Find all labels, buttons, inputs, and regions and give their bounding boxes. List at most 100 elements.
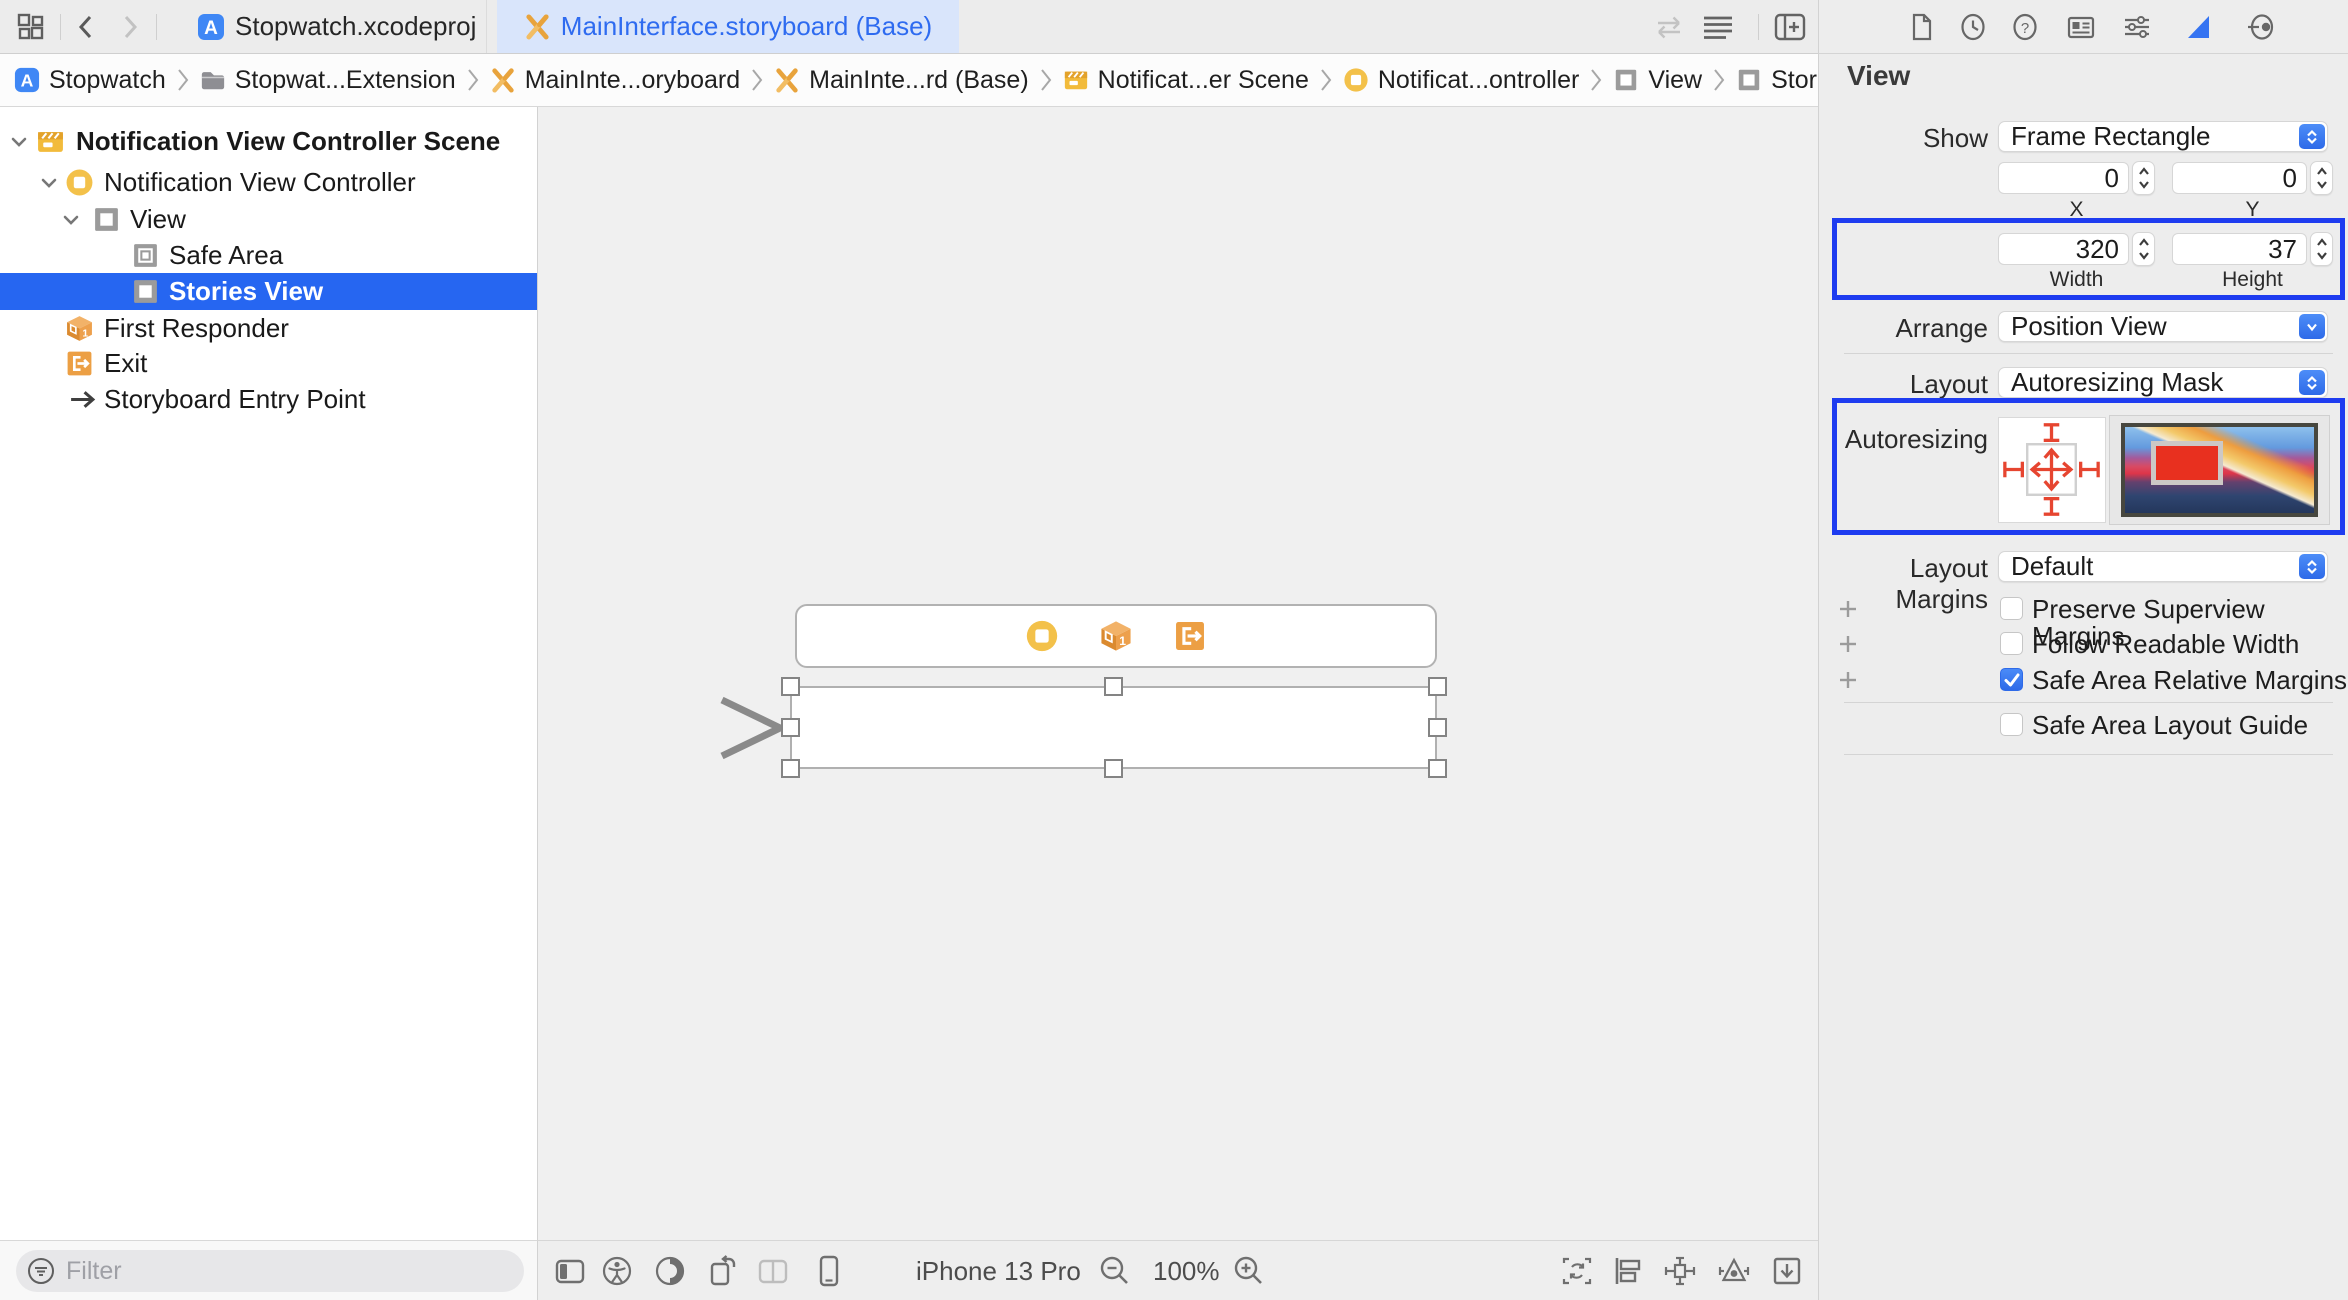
follow-readable-width-checkbox[interactable] bbox=[2000, 632, 2023, 655]
width-stepper[interactable] bbox=[2132, 232, 2155, 266]
height-field[interactable]: 37 bbox=[2172, 233, 2307, 265]
breadcrumb-scene[interactable]: Notificat...er Scene bbox=[1063, 66, 1309, 95]
orientation-icon[interactable] bbox=[705, 1254, 739, 1288]
device-label[interactable]: iPhone 13 Pro bbox=[916, 1241, 1081, 1300]
breadcrumb-storyboard-base[interactable]: MainInte...rd (Base) bbox=[774, 66, 1029, 95]
storyboard-entry-arrow[interactable] bbox=[584, 693, 796, 763]
breadcrumb-view-controller[interactable]: Notificat...ontroller bbox=[1343, 66, 1579, 95]
breadcrumb-view[interactable]: View bbox=[1613, 66, 1702, 95]
outline-row-view-controller[interactable]: Notification View Controller bbox=[0, 164, 537, 201]
exit-icon bbox=[65, 349, 94, 378]
popup-chevrons-icon bbox=[2299, 554, 2325, 579]
add-editor-icon[interactable] bbox=[1773, 11, 1807, 43]
inspector-title: View bbox=[1847, 60, 1910, 92]
back-icon[interactable] bbox=[74, 13, 98, 41]
outline-row-stories-view[interactable]: Stories View bbox=[0, 273, 537, 310]
disclosure-icon[interactable] bbox=[40, 174, 58, 192]
y-stepper[interactable] bbox=[2310, 161, 2333, 195]
add-constraints-icon[interactable] bbox=[1663, 1254, 1697, 1288]
jump-bar: Stopwatch Stopwat...Extension MainInte..… bbox=[0, 54, 1818, 107]
tab-overview-icon[interactable] bbox=[16, 12, 46, 42]
zoom-in-icon[interactable] bbox=[1232, 1254, 1266, 1288]
history-inspector-icon[interactable] bbox=[1958, 12, 1988, 42]
outline-label: Notification View Controller Scene bbox=[76, 123, 500, 160]
filter-input[interactable] bbox=[66, 1257, 466, 1286]
safe-area-layout-guide-checkbox[interactable] bbox=[2000, 713, 2023, 736]
resolve-layout-issues-icon[interactable] bbox=[1717, 1254, 1751, 1288]
add-margin-icon[interactable] bbox=[1838, 634, 1858, 654]
add-margin-icon[interactable] bbox=[1838, 670, 1858, 690]
disclosure-icon[interactable] bbox=[62, 211, 80, 229]
size-inspector-icon[interactable] bbox=[2184, 12, 2214, 42]
safe-area-relative-margins-checkbox[interactable] bbox=[2000, 668, 2023, 691]
resize-handle-n[interactable] bbox=[1104, 677, 1123, 696]
exit-icon[interactable] bbox=[1173, 619, 1207, 653]
breadcrumb-project[interactable]: Stopwatch bbox=[14, 66, 166, 95]
outline-row-first-responder[interactable]: First Responder bbox=[0, 310, 537, 347]
x-field[interactable]: 0 bbox=[1998, 162, 2129, 194]
outline-row-exit[interactable]: Exit bbox=[0, 345, 537, 382]
appearance-icon[interactable] bbox=[653, 1254, 687, 1288]
add-margin-icon[interactable] bbox=[1838, 599, 1858, 619]
layout-label: Layout bbox=[1819, 369, 1988, 400]
filter-field[interactable] bbox=[16, 1250, 524, 1292]
attributes-inspector-icon[interactable] bbox=[2122, 12, 2152, 42]
resize-handle-nw[interactable] bbox=[781, 677, 800, 696]
resize-handle-e[interactable] bbox=[1428, 718, 1447, 737]
quick-help-inspector-icon[interactable] bbox=[2010, 12, 2040, 42]
layout-margins-value: Default bbox=[2011, 552, 2093, 581]
autoresizing-preview-wallpaper bbox=[2121, 423, 2318, 517]
selected-stories-view[interactable] bbox=[790, 686, 1437, 769]
view-controller-icon[interactable] bbox=[1025, 619, 1059, 653]
split-editor-icon[interactable] bbox=[756, 1254, 790, 1288]
autoresizing-springs-struts-icon[interactable] bbox=[1999, 418, 2104, 521]
y-field[interactable]: 0 bbox=[2172, 162, 2307, 194]
tab-stopwatch-xcodeproj[interactable]: Stopwatch.xcodeproj bbox=[197, 0, 476, 53]
show-select[interactable]: Frame Rectangle bbox=[1998, 121, 2328, 152]
outline-label: Notification View Controller bbox=[104, 164, 416, 201]
autoresizing-control[interactable] bbox=[1998, 417, 2106, 523]
forward-icon[interactable] bbox=[118, 13, 142, 41]
resize-handle-s[interactable] bbox=[1104, 759, 1123, 778]
tab-maininterface-storyboard[interactable]: MainInterface.storyboard (Base) bbox=[497, 0, 959, 53]
update-frames-icon[interactable] bbox=[1560, 1254, 1594, 1288]
editor-options-icon[interactable] bbox=[1701, 11, 1735, 43]
outline-row-view[interactable]: View bbox=[0, 201, 537, 238]
align-icon[interactable] bbox=[1612, 1254, 1646, 1288]
preserve-superview-margins-checkbox[interactable] bbox=[2000, 597, 2023, 620]
resize-handle-se[interactable] bbox=[1428, 759, 1447, 778]
accessibility-icon[interactable] bbox=[600, 1254, 634, 1288]
device-icon[interactable] bbox=[812, 1254, 846, 1288]
width-value: 320 bbox=[2076, 234, 2119, 264]
height-stepper[interactable] bbox=[2310, 232, 2333, 266]
storyboard-canvas[interactable] bbox=[538, 107, 1818, 1240]
zoom-out-icon[interactable] bbox=[1098, 1254, 1132, 1288]
x-value: 0 bbox=[2105, 163, 2119, 193]
breadcrumb-storyboard[interactable]: MainInte...oryboard bbox=[490, 66, 740, 95]
resize-handle-w[interactable] bbox=[781, 718, 800, 737]
code-review-icon[interactable] bbox=[1653, 11, 1685, 43]
layout-select[interactable]: Autoresizing Mask bbox=[1998, 367, 2328, 398]
breadcrumb-group[interactable]: Stopwat...Extension bbox=[200, 66, 456, 95]
zoom-level[interactable]: 100% bbox=[1153, 1241, 1220, 1300]
resize-handle-sw[interactable] bbox=[781, 759, 800, 778]
view-controller-icon bbox=[65, 168, 94, 197]
width-field[interactable]: 320 bbox=[1998, 233, 2129, 265]
resize-handle-ne[interactable] bbox=[1428, 677, 1447, 696]
identity-inspector-icon[interactable] bbox=[2066, 12, 2096, 42]
document-outline: Notification View Controller Scene Notif… bbox=[0, 107, 538, 1240]
outline-row-safe-area[interactable]: Safe Area bbox=[0, 237, 537, 274]
embed-in-icon[interactable] bbox=[1770, 1254, 1804, 1288]
connections-inspector-icon[interactable] bbox=[2246, 12, 2276, 42]
x-stepper[interactable] bbox=[2132, 161, 2155, 195]
view-controller-icon bbox=[1343, 67, 1369, 93]
outline-row-entry-point[interactable]: Storyboard Entry Point bbox=[0, 381, 537, 418]
hide-outline-icon[interactable] bbox=[553, 1254, 587, 1288]
layout-margins-select[interactable]: Default bbox=[1998, 551, 2328, 582]
disclosure-icon[interactable] bbox=[10, 133, 28, 151]
outline-row-scene[interactable]: Notification View Controller Scene bbox=[0, 123, 537, 160]
file-inspector-icon[interactable] bbox=[1906, 12, 1936, 42]
first-responder-icon[interactable] bbox=[1099, 619, 1133, 653]
arrange-select[interactable]: Position View bbox=[1998, 311, 2328, 342]
scene-dock[interactable] bbox=[795, 604, 1437, 668]
